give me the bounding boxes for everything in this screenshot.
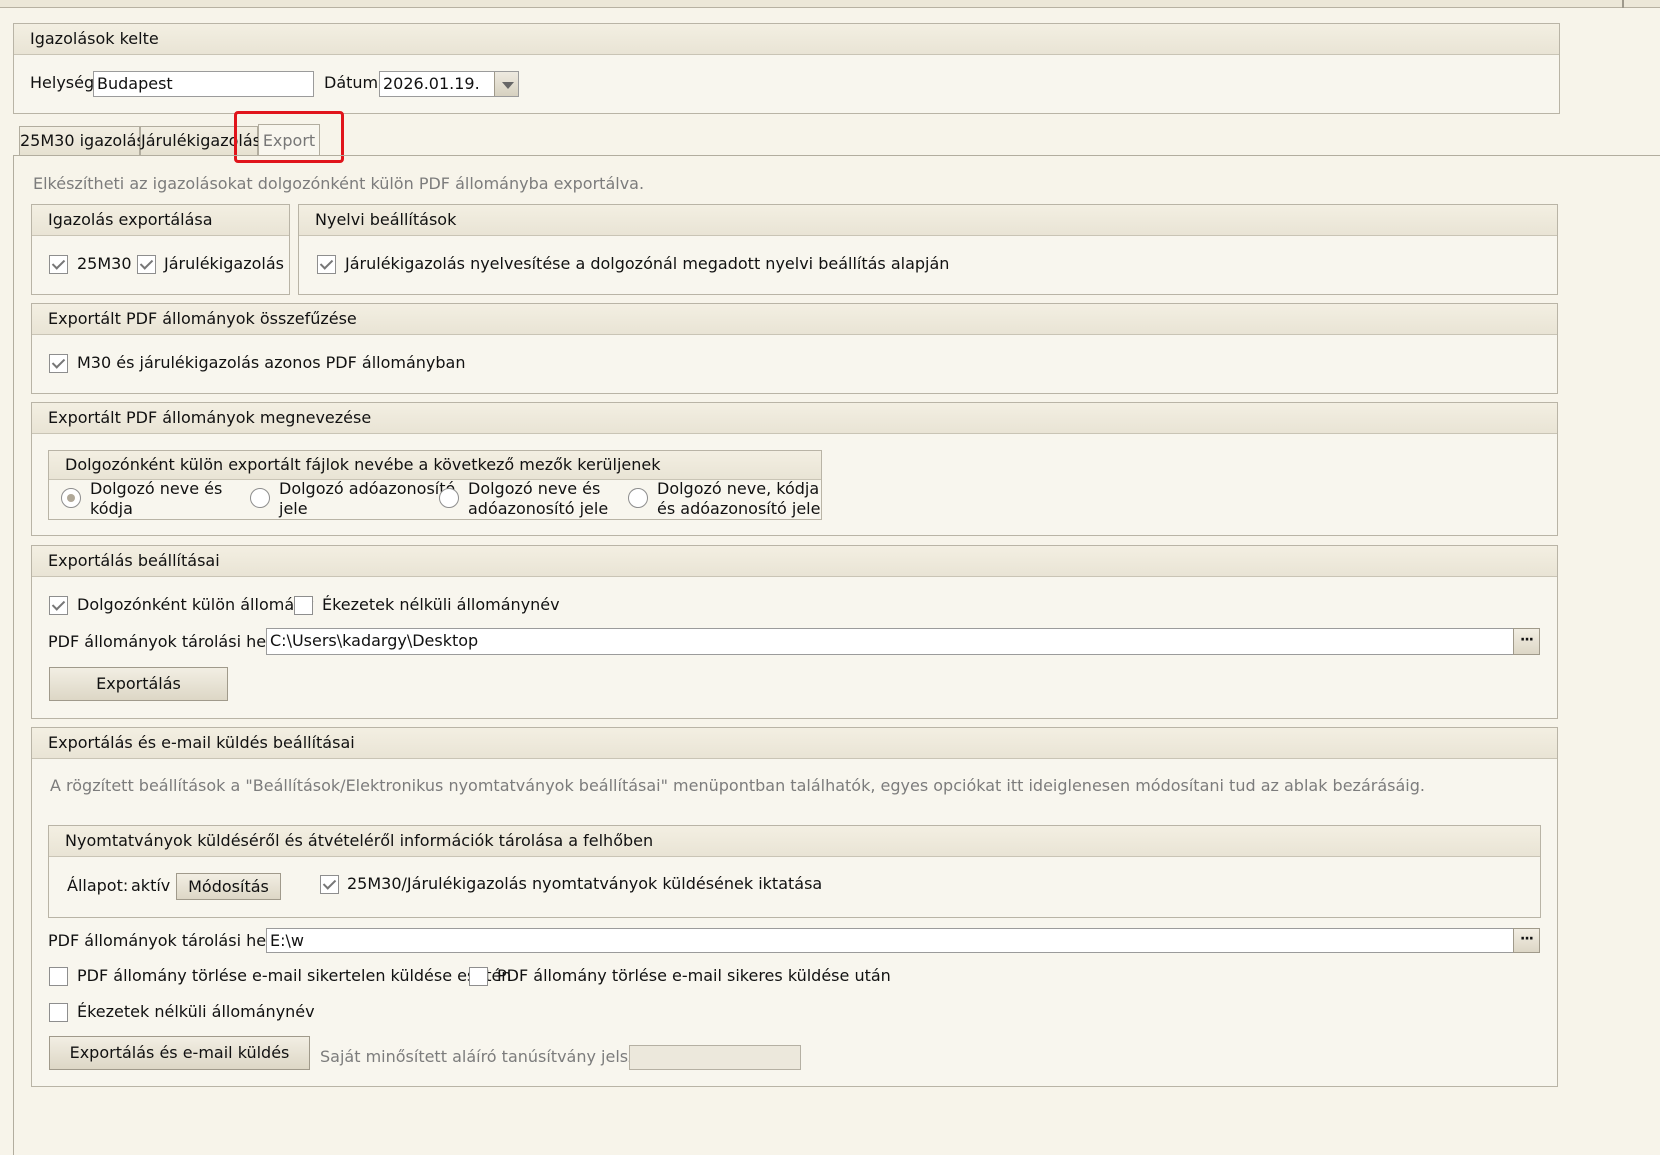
checkbox-email-no-accents-label: Ékezetek nélküli állománynév [77,1002,315,1021]
window-top-strip [0,0,1660,8]
checkbox-merge-label: M30 és járulékigazolás azonos PDF állomá… [77,353,466,372]
export-and-email-button[interactable]: Exportálás és e-mail küldés [49,1036,310,1070]
radio-name-code[interactable] [61,488,81,508]
radio-selected-dot [67,494,75,502]
checkbox-separate-file-label: Dolgozónként külön állomány [77,595,314,614]
naming-subgroup-title: Dolgozónként külön exportált fájlok nevé… [49,451,821,480]
checkbox-email-no-accents[interactable] [49,1003,68,1022]
export-settings-title: Exportálás beállításai [32,546,1557,577]
radio-name-taxid-label-line2: adóazonosító jele [468,499,609,518]
date-combo[interactable]: 2026.01.19. [379,71,519,97]
cloud-status-value: aktív [131,876,171,895]
email-settings-title: Exportálás és e-mail küldés beállításai [32,728,1557,759]
checkmark-icon [322,876,337,890]
radio-name-code-label-line2: kódja [90,499,133,518]
date-section-title: Igazolások kelte [14,24,1559,55]
export-path-input[interactable]: C:\Users\kadargy\Desktop [266,628,1514,655]
checkbox-delete-on-success-label: PDF állomány törlése e-mail sikeres küld… [497,966,891,985]
radio-taxid-label-line1: Dolgozó adóazonosító [279,479,456,498]
tab-25m30[interactable]: 25M30 igazolás [19,126,145,155]
date-section: Igazolások kelte [13,23,1560,114]
checkbox-delete-on-success[interactable] [469,967,488,986]
modify-button[interactable]: Módosítás [176,873,281,900]
checkbox-language-label: Járulékigazolás nyelvesítése a dolgozóná… [345,254,950,273]
export-button[interactable]: Exportálás [49,667,228,701]
radio-name-code-taxid[interactable] [628,488,648,508]
password-input[interactable] [629,1045,801,1070]
merge-title: Exportált PDF állományok összefűzése [32,304,1557,335]
checkbox-25m30[interactable] [49,255,68,274]
checkbox-separate-file[interactable] [49,596,68,615]
radio-taxid[interactable] [250,488,270,508]
date-dropdown-button[interactable] [494,72,518,96]
date-value: 2026.01.19. [383,74,480,93]
tab-label: 25M30 igazolás [20,131,145,150]
radio-name-taxid[interactable] [439,488,459,508]
place-input[interactable]: Budapest [93,71,314,97]
merge-group: Exportált PDF állományok összefűzése [31,303,1558,394]
date-label: Dátum [324,73,379,92]
cert-export-title: Igazolás exportálása [32,205,289,236]
radio-name-code-taxid-label-line1: Dolgozó neve, kódja [657,479,820,498]
language-group: Nyelvi beállítások [298,204,1558,295]
checkbox-jarulekigazolas[interactable] [137,255,156,274]
radio-taxid-label-line2: jele [279,499,308,518]
email-path-input[interactable]: E:\w [266,928,1514,953]
window-top-divider [1622,0,1624,8]
cloud-subgroup-title: Nyomtatványok küldéséről és átvételéről … [49,826,1540,857]
export-path-label: PDF állományok tárolási helye [48,632,290,651]
checkbox-archive[interactable] [320,875,339,894]
export-path-browse-button[interactable]: ··· [1513,628,1540,655]
radio-name-code-taxid-label-line2: és adóazonosító jele [657,499,821,518]
checkbox-archive-label: 25M30/Járulékigazolás nyomtatványok küld… [347,874,823,893]
checkbox-no-accents[interactable] [294,596,313,615]
checkmark-icon [51,256,66,270]
checkbox-delete-on-fail-label: PDF állomány törlése e-mail sikertelen k… [77,966,512,985]
cloud-subgroup: Nyomtatványok küldéséről és átvételéről … [48,825,1541,918]
chevron-down-icon [502,82,514,89]
naming-title: Exportált PDF állományok megnevezése [32,403,1557,434]
cert-export-group: Igazolás exportálása [31,204,290,295]
checkbox-jarulekigazolas-label: Járulékigazolás [164,254,284,273]
email-path-label: PDF állományok tárolási helye [48,931,290,950]
email-path-browse-button[interactable]: ··· [1513,928,1540,953]
place-label: Helység [30,73,95,92]
checkmark-icon [51,355,66,369]
checkmark-icon [51,597,66,611]
radio-name-taxid-label-line1: Dolgozó neve és [468,479,601,498]
language-title: Nyelvi beállítások [299,205,1557,236]
checkbox-merge[interactable] [49,354,68,373]
checkmark-icon [139,256,154,270]
export-button-label: Exportálás [96,674,181,693]
export-description: Elkészítheti az igazolásokat dolgozónkén… [33,174,645,193]
checkbox-language[interactable] [317,255,336,274]
checkbox-25m30-label: 25M30 [77,254,132,273]
password-label: Saját minősített aláíró tanúsítvány jels… [320,1047,666,1066]
email-settings-note: A rögzített beállítások a "Beállítások/E… [50,776,1425,795]
checkbox-no-accents-label: Ékezetek nélküli állománynév [322,595,560,614]
checkbox-delete-on-fail[interactable] [49,967,68,986]
checkmark-icon [319,256,334,270]
modify-button-label: Módosítás [188,877,269,896]
export-and-email-button-label: Exportálás és e-mail küldés [69,1043,290,1062]
cloud-status-label: Állapot: [67,876,129,895]
radio-name-code-label-line1: Dolgozó neve és [90,479,223,498]
